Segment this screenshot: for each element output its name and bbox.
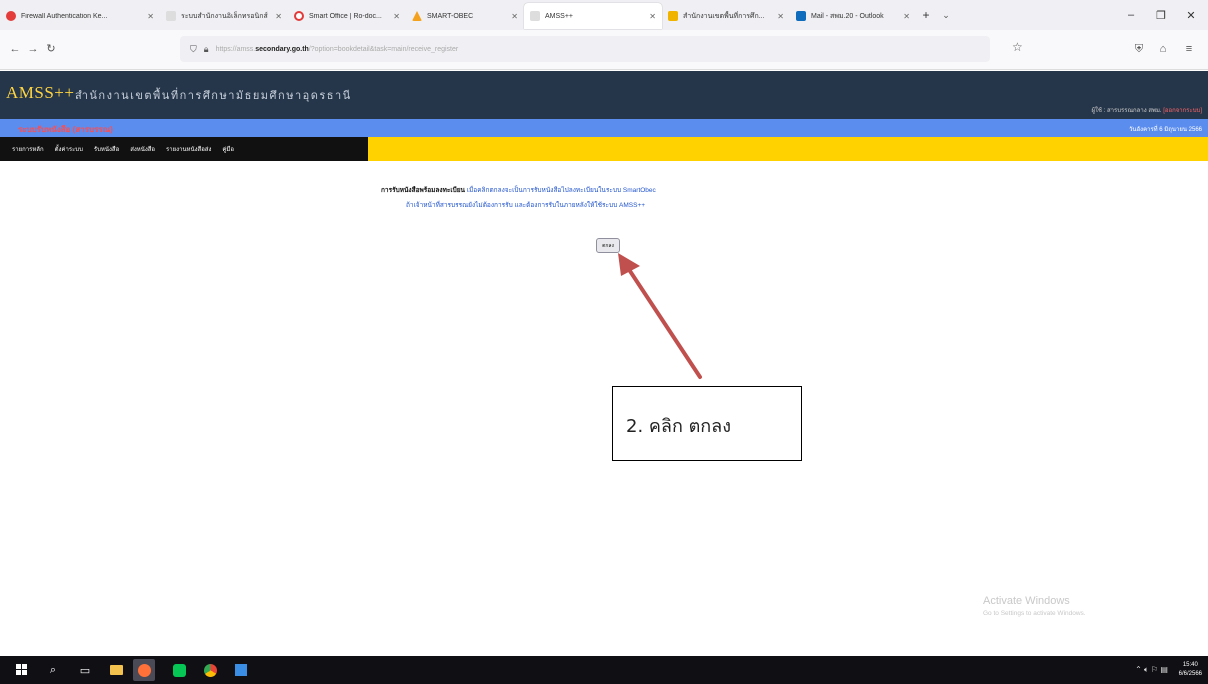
browser-navigation-bar: ← → ↻ ⛉ 🔒︎ https://amss. secondary.go.th… xyxy=(0,30,1208,70)
smart-office-icon xyxy=(294,11,304,21)
watermark-title: Activate Windows xyxy=(983,595,1070,607)
url-prefix: https://amss. xyxy=(215,45,256,53)
close-window-icon[interactable]: ✕ xyxy=(1176,0,1206,30)
tab-label: Mail - สพม.20 - Outlook xyxy=(811,12,884,20)
menu-item-manual[interactable]: คู่มือ xyxy=(222,144,234,154)
shield-icon[interactable]: ⛉ xyxy=(190,44,197,55)
line-app-icon[interactable] xyxy=(172,663,186,677)
bookmark-star-icon[interactable]: ☆ xyxy=(1012,40,1023,54)
firefox-icon[interactable] xyxy=(133,659,155,681)
site-header: AMSS++ สำนักงานเขตพื้นที่การศึกษามัธยมศึ… xyxy=(0,71,1208,119)
clock-date: 6/6/2566 xyxy=(1178,671,1202,677)
close-icon[interactable]: ✕ xyxy=(393,12,400,21)
annotation-arrow xyxy=(618,253,702,379)
notepad-icon[interactable] xyxy=(234,663,248,677)
activate-windows-watermark: Activate Windows Go to Settings to activ… xyxy=(983,595,1086,617)
tab-office-area[interactable]: สำนักงานเขตพื้นที่การศึก... ✕ xyxy=(662,3,790,29)
chrome-icon[interactable] xyxy=(203,663,217,677)
search-icon[interactable]: ⌕ xyxy=(46,663,60,677)
file-explorer-icon[interactable] xyxy=(109,663,123,677)
menu-item-settings[interactable]: ตั้งค่าระบบ xyxy=(55,144,83,154)
close-icon[interactable]: ✕ xyxy=(903,12,910,21)
close-icon[interactable]: ✕ xyxy=(275,12,282,21)
page-icon xyxy=(166,11,176,21)
logout-link[interactable]: [ออกจากระบบ] xyxy=(1163,108,1202,114)
smart-obec-icon xyxy=(412,11,422,21)
screen: Firewall Authentication Ke... ✕ ระบบสำนั… xyxy=(0,0,1208,684)
extensions-icon[interactable]: ⌂ xyxy=(1154,40,1172,58)
windows-taskbar: ⌕ ▭ ⌃ 🔈︎ ⚐ ▤ 15:40 6/6/2566 xyxy=(0,656,1208,684)
chevron-down-icon[interactable]: ⌄ xyxy=(936,10,956,21)
page-icon xyxy=(530,11,540,21)
address-bar[interactable]: ⛉ 🔒︎ https://amss. secondary.go.th /?opt… xyxy=(180,36,990,62)
outlook-icon xyxy=(796,11,806,21)
task-view-icon[interactable]: ▭ xyxy=(78,663,92,677)
menu-item-report[interactable]: รายงานหนังสือส่ง xyxy=(166,144,211,154)
url-domain: secondary.go.th xyxy=(255,45,309,53)
clock-time: 15:40 xyxy=(1182,662,1198,668)
tab-amss[interactable]: AMSS++ ✕ xyxy=(524,3,662,29)
instruction-callout: 2. คลิก ตกลง xyxy=(612,386,802,461)
grid-app-icon xyxy=(668,11,678,21)
menu-item-receive[interactable]: รับหนังสือ xyxy=(94,144,119,154)
browser-tab-strip: Firewall Authentication Ke... ✕ ระบบสำนั… xyxy=(0,0,1208,30)
tab-label: Smart Office | Ro-doc... xyxy=(309,12,382,20)
menu-item-send[interactable]: ส่งหนังสือ xyxy=(130,144,155,154)
system-tray[interactable]: ⌃ 🔈︎ ⚐ ▤ xyxy=(1135,665,1168,675)
main-content: การรับหนังสือพร้อมลงทะเบียน เมื่อคลิกตกล… xyxy=(0,161,1208,656)
tab-label: ระบบสำนักงานอิเล็กทรอนิกส์ xyxy=(181,12,268,20)
tab-outlook[interactable]: Mail - สพม.20 - Outlook ✕ xyxy=(790,3,916,29)
tab-smart-obec[interactable]: SMART-OBEC ✕ xyxy=(406,3,524,29)
tab-label: สำนักงานเขตพื้นที่การศึก... xyxy=(683,12,765,20)
url-path: /?option=bookdetail&task=main/receive_re… xyxy=(308,45,459,53)
system-title: ระบบรับหนังสือ (สารบรรณ) xyxy=(18,125,113,134)
forward-icon[interactable]: → xyxy=(24,40,42,58)
back-icon[interactable]: ← xyxy=(6,40,24,58)
watermark-subtitle: Go to Settings to activate Windows. xyxy=(983,610,1086,617)
firewall-icon xyxy=(6,11,16,21)
main-menu: รายการหลัก ตั้งค่าระบบ รับหนังสือ ส่งหนั… xyxy=(0,137,1208,161)
system-bar: ระบบรับหนังสือ (สารบรรณ) วันอังคารที่ 6 … xyxy=(0,119,1208,137)
tab-label: AMSS++ xyxy=(545,12,574,20)
tab-label: SMART-OBEC xyxy=(427,12,474,20)
menu-item-main[interactable]: รายการหลัก xyxy=(12,144,44,154)
menu-icon[interactable]: ≡ xyxy=(1180,40,1198,58)
tab-saraban[interactable]: ระบบสำนักงานอิเล็กทรอนิกส์ ✕ xyxy=(160,3,288,29)
pocket-icon[interactable]: ⛨ xyxy=(1130,40,1148,58)
tab-smart-office[interactable]: Smart Office | Ro-doc... ✕ xyxy=(288,3,406,29)
org-name: สำนักงานเขตพื้นที่การศึกษามัธยมศึกษาอุดร… xyxy=(75,90,352,102)
callout-text: 2. คลิก ตกลง xyxy=(626,416,731,437)
user-label: ผู้ใช้ : สารบรรณกลาง สพม. xyxy=(1091,108,1162,114)
taskbar-clock[interactable]: 15:40 6/6/2566 xyxy=(1179,661,1202,679)
reload-icon[interactable]: ↻ xyxy=(42,40,60,58)
tab-label: Firewall Authentication Ke... xyxy=(21,12,108,20)
windows-start-icon[interactable] xyxy=(15,663,29,677)
user-info: ผู้ใช้ : สารบรรณกลาง สพม. [ออกจากระบบ] xyxy=(1091,105,1202,115)
site-logo[interactable]: AMSS++ xyxy=(6,83,74,103)
new-tab-icon[interactable]: + xyxy=(916,8,936,22)
tab-firewall[interactable]: Firewall Authentication Ke... ✕ xyxy=(0,3,160,29)
close-icon[interactable]: ✕ xyxy=(147,12,154,21)
menu-items: รายการหลัก ตั้งค่าระบบ รับหนังสือ ส่งหนั… xyxy=(0,137,368,161)
lock-icon[interactable]: 🔒︎ xyxy=(204,44,209,55)
minimize-icon[interactable]: – xyxy=(1116,0,1146,30)
close-icon[interactable]: ✕ xyxy=(511,12,518,21)
arrow-shaft xyxy=(624,263,702,379)
maximize-icon[interactable]: ❐ xyxy=(1146,0,1176,30)
close-icon[interactable]: ✕ xyxy=(649,12,656,21)
close-icon[interactable]: ✕ xyxy=(777,12,784,21)
current-date: วันอังคารที่ 6 มิถุนายน 2566 xyxy=(1129,127,1202,133)
